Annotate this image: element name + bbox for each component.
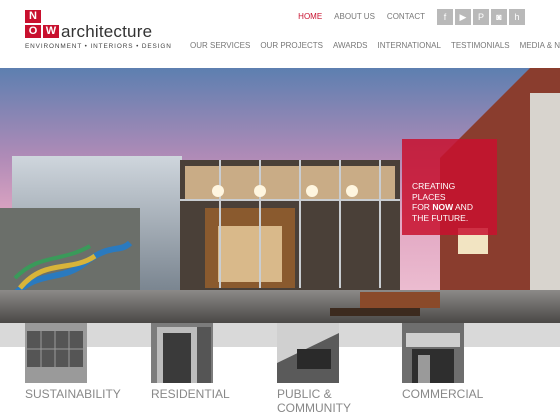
nav-about-us[interactable]: ABOUT US (334, 12, 375, 21)
logo-wordmark: architecture (61, 22, 153, 41)
logo-letter-w: W (43, 25, 59, 38)
callout-line-5: THE FUTURE. (412, 212, 469, 223)
instagram-icon[interactable]: ◙ (491, 9, 507, 25)
nav-home[interactable]: HOME (298, 12, 322, 21)
commercial-thumbnail[interactable] (402, 323, 464, 383)
hero-banner: CREATING PLACES FOR NOW AND THE FUTURE. (0, 68, 560, 323)
logo-mark: N O W (25, 10, 61, 40)
facebook-icon[interactable]: f (437, 9, 453, 25)
category-commercial[interactable]: COMMERCIAL (402, 323, 527, 420)
hero-callout: CREATING PLACES FOR NOW AND THE FUTURE. (402, 139, 497, 235)
social-links: f ▶ P ◙ h (437, 9, 525, 25)
sustainability-thumbnail[interactable] (25, 323, 87, 383)
callout-line-1: CREATING (412, 181, 456, 191)
nav-contact[interactable]: CONTACT (387, 12, 425, 21)
residential-thumbnail[interactable] (151, 323, 213, 383)
category-label: PUBLIC & (277, 387, 332, 401)
nav-our-services[interactable]: OUR SERVICES (190, 41, 250, 50)
callout-emphasis: NOW (432, 202, 454, 212)
category-label: COMMERCIAL (402, 387, 484, 401)
category-label-line2: COMMUNITY (277, 401, 351, 415)
callout-line-4: AND (455, 202, 473, 212)
top-nav: HOME ABOUT US CONTACT (298, 12, 425, 21)
main-nav: OUR SERVICES OUR PROJECTS AWARDS INTERNA… (190, 41, 560, 50)
nav-media-news[interactable]: MEDIA & NEWS (520, 41, 560, 50)
hero-callout-text: CREATING PLACES FOR NOW AND THE FUTURE. (412, 181, 492, 223)
category-label: SUSTAINABILITY (25, 387, 121, 401)
category-public-community[interactable]: PUBLIC & COMMUNITY (277, 323, 402, 420)
nav-awards[interactable]: AWARDS (333, 41, 368, 50)
logo-letter-n: N (25, 10, 41, 23)
nav-testimonials[interactable]: TESTIMONIALS (451, 41, 510, 50)
nav-our-projects[interactable]: OUR PROJECTS (260, 41, 323, 50)
category-strip: SUSTAINABILITY RESIDENTIAL PUBLIC & COMM… (0, 323, 560, 420)
pinterest-icon[interactable]: P (473, 9, 489, 25)
houzz-icon[interactable]: h (509, 9, 525, 25)
youtube-icon[interactable]: ▶ (455, 9, 471, 25)
logo-letter-o: O (25, 25, 41, 38)
nav-international[interactable]: INTERNATIONAL (378, 41, 441, 50)
category-sustainability[interactable]: SUSTAINABILITY (25, 323, 150, 420)
callout-line-2: PLACES (412, 191, 446, 202)
site-header: N O W architecture ENVIRONMENT • INTERIO… (0, 0, 560, 68)
category-label: RESIDENTIAL (151, 387, 230, 401)
category-residential[interactable]: RESIDENTIAL (151, 323, 276, 420)
callout-line-3: FOR (412, 202, 430, 212)
site-logo[interactable]: N O W architecture ENVIRONMENT • INTERIO… (25, 10, 175, 54)
logo-tagline: ENVIRONMENT • INTERIORS • DESIGN (25, 43, 172, 50)
public-community-thumbnail[interactable] (277, 323, 339, 383)
